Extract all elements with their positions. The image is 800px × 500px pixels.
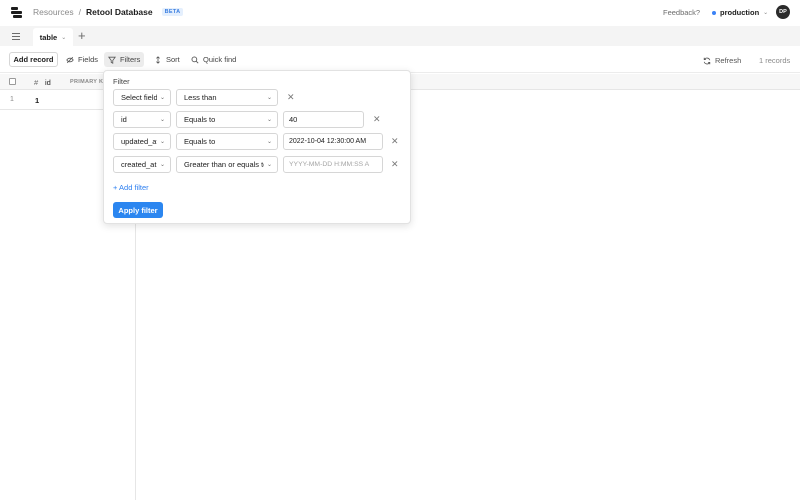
chevron-down-icon: ⌄	[159, 162, 165, 168]
fields-button[interactable]: Fields	[62, 52, 102, 67]
filter-field-value: id	[121, 115, 127, 124]
cell-id[interactable]: 1	[35, 96, 39, 105]
fields-label: Fields	[78, 55, 99, 64]
filter-operator-value: Greater than or equals to	[184, 160, 264, 169]
remove-filter-icon[interactable]: ✕	[287, 93, 295, 102]
remove-filter-icon[interactable]: ✕	[373, 115, 381, 124]
remove-filter-icon[interactable]: ✕	[391, 137, 399, 146]
environment-status-dot	[712, 10, 716, 15]
filter-field-select[interactable]: Select field ⌄	[113, 89, 171, 106]
filter-value-input[interactable]: 40	[283, 111, 364, 128]
filter-field-select[interactable]: id ⌄	[113, 111, 171, 128]
add-filter-button[interactable]: + Add filter	[113, 183, 149, 192]
refresh-label: Refresh	[715, 56, 742, 65]
sort-button[interactable]: Sort	[150, 52, 184, 67]
breadcrumb-resources[interactable]: Resources	[33, 7, 74, 17]
environment-label: production	[720, 8, 760, 17]
breadcrumb-separator: /	[78, 7, 82, 17]
tab-bar: table ⌄ +	[0, 26, 800, 46]
filters-button[interactable]: Filters	[104, 52, 145, 67]
chevron-down-icon: ⌄	[159, 117, 165, 123]
page-title: Retool Database	[86, 7, 153, 17]
chevron-down-icon: ⌄	[266, 139, 272, 145]
filter-operator-select[interactable]: Greater than or equals to ⌄	[176, 156, 278, 173]
quick-find-button[interactable]: Quick find	[187, 52, 240, 67]
filter-field-select[interactable]: created_at ⌄	[113, 156, 171, 173]
chevron-down-icon: ⌄	[159, 95, 165, 101]
filter-operator-value: Equals to	[184, 115, 216, 124]
filter-operator-value: Less than	[184, 93, 217, 102]
filter-operator-value: Equals to	[184, 137, 216, 146]
quick-find-label: Quick find	[203, 55, 237, 64]
apply-filter-button[interactable]: Apply filter	[113, 202, 163, 218]
search-icon	[191, 56, 199, 64]
filter-datetime-input[interactable]: YYYY-MM-DD H:MM:SS A	[283, 156, 383, 173]
beta-badge: BETA	[161, 8, 184, 16]
chevron-down-icon: ⌄	[763, 10, 769, 16]
filter-title: Filter	[113, 77, 130, 86]
filters-label: Filters	[120, 55, 141, 64]
remove-filter-icon[interactable]: ✕	[391, 160, 399, 169]
avatar[interactable]: DP	[776, 5, 790, 19]
filter-operator-select[interactable]: Equals to ⌄	[176, 133, 278, 150]
filter-field-value: Select field	[121, 93, 157, 102]
chevron-down-icon: ⌄	[61, 34, 67, 41]
records-count: 1 records	[759, 56, 791, 65]
menu-icon[interactable]	[12, 33, 20, 40]
row-number: 1	[10, 96, 14, 103]
chevron-down-icon: ⌄	[266, 95, 272, 101]
filter-popover: Filter Select field ⌄ Less than ⌄ ✕ id ⌄…	[103, 70, 411, 224]
tab-table[interactable]: table ⌄	[33, 28, 73, 46]
filter-icon	[108, 56, 116, 64]
environment-selector[interactable]: production ⌄	[712, 8, 768, 17]
feedback-link[interactable]: Feedback?	[663, 8, 700, 17]
tab-label: table	[39, 32, 58, 42]
filter-operator-select[interactable]: Less than ⌄	[176, 89, 278, 106]
chevron-down-icon: ⌄	[266, 117, 272, 123]
filter-field-select[interactable]: updated_at ⌄	[113, 133, 171, 150]
chevron-down-icon: ⌄	[159, 139, 165, 145]
top-bar: Resources / Retool Database BETA Feedbac…	[0, 0, 800, 25]
filter-field-value: created_at	[121, 160, 157, 169]
column-header-id[interactable]: id	[45, 78, 51, 87]
primary-key-badge: PRIMARY K	[70, 79, 104, 85]
refresh-button[interactable]: Refresh	[703, 56, 741, 65]
refresh-icon	[703, 57, 711, 64]
eye-off-icon	[66, 56, 74, 63]
retool-logo-icon[interactable]	[11, 7, 22, 18]
filter-field-value: updated_at	[121, 137, 157, 146]
filter-operator-select[interactable]: Equals to ⌄	[176, 111, 278, 128]
number-type-icon: #	[34, 78, 39, 87]
add-record-button[interactable]: Add record	[9, 52, 58, 67]
breadcrumb: Resources / Retool Database BETA	[33, 7, 184, 17]
filter-datetime-input[interactable]: 2022-10-04 12:30:00 AM	[283, 133, 383, 150]
chevron-down-icon: ⌄	[266, 162, 272, 168]
select-all-checkbox[interactable]	[9, 78, 16, 85]
add-tab-button[interactable]: +	[78, 29, 86, 42]
sort-label: Sort	[166, 55, 180, 64]
sort-icon	[156, 55, 160, 64]
